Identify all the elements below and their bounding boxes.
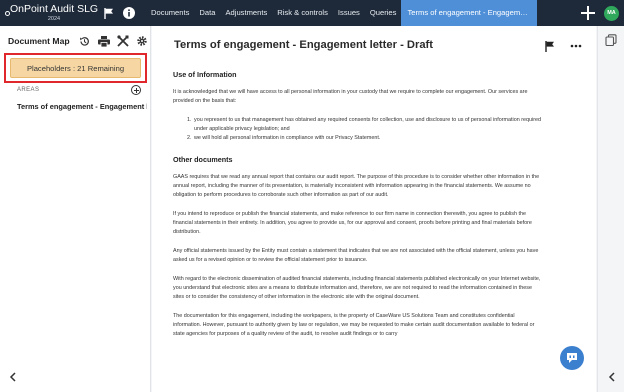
document-title: Terms of engagement - Engagement letter … [174, 39, 434, 51]
main-nav: Documents Data Adjustments Risk & contro… [146, 0, 538, 26]
flag-icon[interactable] [102, 6, 116, 20]
areas-label: AREAS [17, 87, 40, 93]
section-heading-other-documents: Other documents [173, 155, 233, 164]
more-options-icon[interactable] [570, 40, 582, 52]
document-pane: Terms of engagement - Engagement letter … [152, 26, 596, 392]
nav-documents[interactable]: Documents [146, 0, 194, 26]
gear-icon[interactable] [135, 35, 148, 48]
areas-header: AREAS [17, 84, 141, 96]
paragraph: The documentation for this engagement, i… [173, 313, 535, 337]
document-body: Use of Information It is acknowledged th… [173, 70, 543, 349]
list-item: you represent to us that management has … [193, 116, 543, 134]
expand-rail-icon[interactable] [608, 372, 616, 382]
app-title-text: OnPoint Audit SLG [9, 3, 99, 15]
nav-data[interactable]: Data [194, 0, 220, 26]
document-flag-icon[interactable] [544, 40, 556, 52]
document-map-sidebar: Document Map Placeholders : 21 Remaining… [0, 26, 151, 392]
collapse-sidebar-icon[interactable] [9, 372, 17, 382]
right-rail [597, 26, 624, 392]
paragraph: If you intend to reproduce or publish th… [173, 211, 532, 235]
nav-issues[interactable]: Issues [333, 0, 365, 26]
list-item: we will hold all personal information in… [193, 134, 543, 143]
paragraph: With regard to the electronic disseminat… [173, 276, 541, 300]
app-title[interactable]: OnPoint Audit SLG 2024 [9, 3, 99, 22]
paragraph: It is acknowledged that we will have acc… [173, 89, 528, 104]
document-actions [544, 40, 582, 52]
nav-adjustments[interactable]: Adjustments [220, 0, 272, 26]
tools-icon[interactable] [116, 35, 129, 48]
sidebar-header: Document Map [8, 34, 148, 48]
history-icon[interactable] [78, 35, 91, 48]
avatar[interactable]: MA [604, 5, 619, 21]
add-icon[interactable] [581, 6, 595, 20]
print-icon[interactable] [97, 35, 110, 48]
paragraph: GAAS requires that we read any annual re… [173, 174, 540, 198]
app-year: 2024 [47, 15, 61, 22]
info-icon[interactable] [122, 6, 136, 20]
placeholders-button[interactable]: Placeholders : 21 Remaining [10, 58, 141, 78]
nav-queries[interactable]: Queries [365, 0, 402, 26]
placeholders-highlight: Placeholders : 21 Remaining [4, 53, 147, 83]
nav-risk-controls[interactable]: Risk & controls [272, 0, 333, 26]
add-area-icon[interactable] [131, 85, 141, 95]
area-item[interactable]: Terms of engagement - Engagement letter … [17, 102, 147, 111]
sidebar-title: Document Map [8, 36, 70, 46]
numbered-list: you represent to us that management has … [193, 116, 543, 143]
sidebar-tools [78, 35, 148, 48]
top-bar: OnPoint Audit SLG 2024 Documents Data Ad… [0, 0, 624, 26]
tab-active-document[interactable]: Terms of engagement - Engagement letter … [401, 0, 538, 26]
paragraph: Any official statements issued by the En… [173, 248, 539, 263]
copy-icon[interactable] [605, 34, 617, 46]
section-heading-use-of-information: Use of Information [173, 70, 237, 79]
chat-assistant-icon[interactable] [560, 346, 584, 370]
top-right-actions: MA [581, 0, 624, 26]
